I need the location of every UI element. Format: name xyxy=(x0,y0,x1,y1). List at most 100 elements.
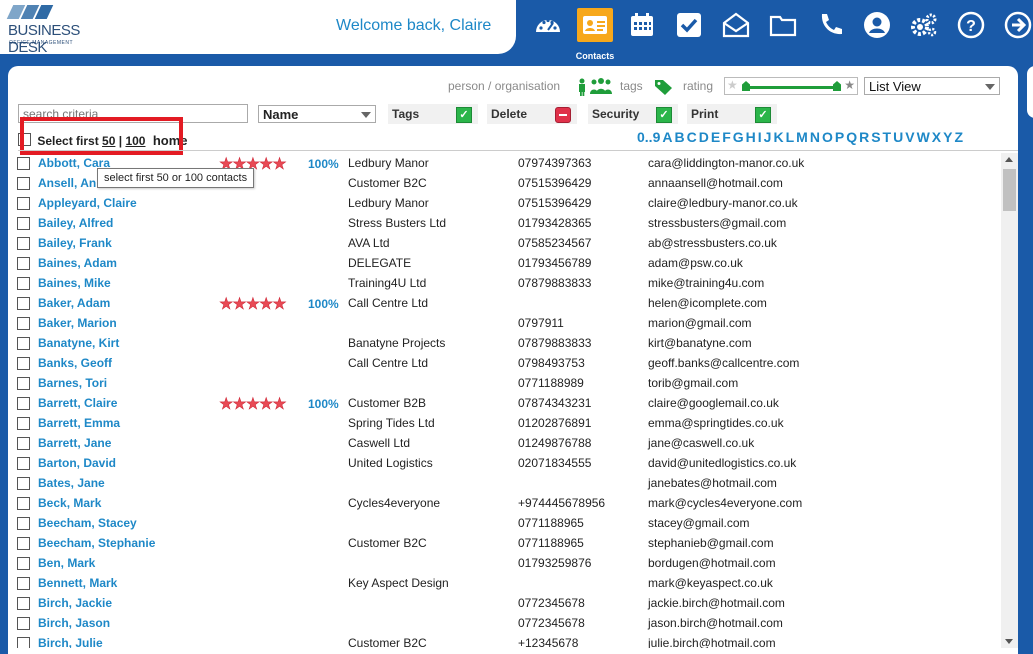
alphabet-letter-o[interactable]: O xyxy=(822,129,833,145)
alphabet-letter-a[interactable]: A xyxy=(662,129,672,145)
list-scrollbar[interactable] xyxy=(1001,153,1018,648)
row-checkbox[interactable] xyxy=(17,237,30,250)
search-field-select[interactable]: Name xyxy=(258,105,376,123)
row-checkbox[interactable] xyxy=(17,617,30,630)
nav-settings[interactable] xyxy=(906,8,942,42)
security-toggle[interactable]: Security ✓ xyxy=(588,104,678,124)
nav-tasks[interactable] xyxy=(671,8,707,42)
contact-name-link[interactable]: Baines, Adam xyxy=(38,256,117,270)
person-organisation-icon[interactable] xyxy=(576,78,612,96)
delete-toggle[interactable]: Delete xyxy=(487,104,577,124)
row-checkbox[interactable] xyxy=(17,597,30,610)
business-desk-logo[interactable]: BUSINESS DESK OFFICE MANAGEMENT xyxy=(6,5,118,56)
alphabet-letter-t[interactable]: T xyxy=(883,129,892,145)
alphabet-letter-q[interactable]: Q xyxy=(846,129,857,145)
alphabet-letter-v[interactable]: V xyxy=(905,129,914,145)
row-checkbox[interactable] xyxy=(17,637,30,648)
tag-icon[interactable] xyxy=(654,78,674,96)
alphabet-letter-h[interactable]: H xyxy=(746,129,756,145)
contact-name-link[interactable]: Barton, David xyxy=(38,456,116,470)
nav-files[interactable] xyxy=(765,8,801,42)
view-mode-select[interactable]: List View xyxy=(864,77,1000,95)
row-checkbox[interactable] xyxy=(17,177,30,190)
alphabet-letter-i[interactable]: I xyxy=(758,129,762,145)
alphabet-letter-b[interactable]: B xyxy=(674,129,684,145)
nav-phone[interactable] xyxy=(812,8,848,42)
rating-range-slider[interactable]: ★ ★ xyxy=(724,77,858,95)
alphabet-letter-m[interactable]: M xyxy=(796,129,808,145)
contact-name-link[interactable]: Bates, Jane xyxy=(38,476,105,490)
row-checkbox[interactable] xyxy=(17,477,30,490)
row-checkbox[interactable] xyxy=(17,417,30,430)
contact-name-link[interactable]: Bailey, Frank xyxy=(38,236,112,250)
contact-name-link[interactable]: Baker, Marion xyxy=(38,316,117,330)
nav-profile[interactable] xyxy=(859,8,895,42)
nav-contacts[interactable] xyxy=(577,8,613,42)
alphabet-letter-s[interactable]: S xyxy=(871,129,880,145)
row-checkbox[interactable] xyxy=(17,457,30,470)
nav-help[interactable]: ? xyxy=(953,8,989,42)
row-checkbox[interactable] xyxy=(17,537,30,550)
alphabet-letter-j[interactable]: J xyxy=(764,129,772,145)
slider-max-handle[interactable] xyxy=(833,81,841,91)
contact-name-link[interactable]: Birch, Julie xyxy=(38,636,103,648)
alphabet-letter-digits[interactable]: 0..9 xyxy=(637,129,660,145)
print-toggle[interactable]: Print ✓ xyxy=(687,104,777,124)
alphabet-letter-d[interactable]: D xyxy=(699,129,709,145)
alphabet-letter-f[interactable]: F xyxy=(722,129,731,145)
row-checkbox[interactable] xyxy=(17,157,30,170)
alphabet-letter-z[interactable]: Z xyxy=(954,129,963,145)
alphabet-letter-x[interactable]: X xyxy=(932,129,941,145)
contact-name-link[interactable]: Beecham, Stephanie xyxy=(38,536,155,550)
contact-name-link[interactable]: Birch, Jason xyxy=(38,616,110,630)
contact-name-link[interactable]: Barrett, Emma xyxy=(38,416,120,430)
alphabet-letter-g[interactable]: G xyxy=(733,129,744,145)
scroll-thumb[interactable] xyxy=(1003,169,1016,211)
contact-name-link[interactable]: Appleyard, Claire xyxy=(38,196,137,210)
tags-toggle[interactable]: Tags ✓ xyxy=(388,104,478,124)
contact-name-link[interactable]: Beck, Mark xyxy=(38,496,101,510)
nav-dashboard[interactable] xyxy=(530,8,566,42)
alphabet-letter-k[interactable]: K xyxy=(773,129,783,145)
row-checkbox[interactable] xyxy=(17,217,30,230)
row-checkbox[interactable] xyxy=(17,337,30,350)
contact-name-link[interactable]: Baker, Adam xyxy=(38,296,110,310)
alphabet-letter-w[interactable]: W xyxy=(917,129,930,145)
alphabet-letter-y[interactable]: Y xyxy=(943,129,952,145)
contact-name-link[interactable]: Baines, Mike xyxy=(38,276,111,290)
alphabet-letter-l[interactable]: L xyxy=(786,129,795,145)
alphabet-letter-c[interactable]: C xyxy=(687,129,697,145)
contact-name-link[interactable]: Bennett, Mark xyxy=(38,576,117,590)
row-checkbox[interactable] xyxy=(17,197,30,210)
row-checkbox[interactable] xyxy=(17,377,30,390)
contact-name-link[interactable]: Banatyne, Kirt xyxy=(38,336,119,350)
row-checkbox[interactable] xyxy=(17,317,30,330)
slider-min-handle[interactable] xyxy=(742,81,750,91)
contact-name-link[interactable]: Beecham, Stacey xyxy=(38,516,137,530)
row-checkbox[interactable] xyxy=(17,357,30,370)
row-checkbox[interactable] xyxy=(17,577,30,590)
contact-name-link[interactable]: Bailey, Alfred xyxy=(38,216,113,230)
scroll-down-icon[interactable] xyxy=(1005,639,1013,644)
contact-name-link[interactable]: Ben, Mark xyxy=(38,556,95,570)
alphabet-letter-u[interactable]: U xyxy=(893,129,903,145)
contact-name-link[interactable]: Barrett, Claire xyxy=(38,396,117,410)
contact-name-link[interactable]: Birch, Jackie xyxy=(38,596,112,610)
nav-calendar[interactable] xyxy=(624,8,660,42)
alphabet-letter-n[interactable]: N xyxy=(810,129,820,145)
scroll-up-icon[interactable] xyxy=(1005,157,1013,162)
nav-logout[interactable] xyxy=(1000,8,1033,42)
row-checkbox[interactable] xyxy=(17,397,30,410)
nav-mail[interactable] xyxy=(718,8,754,42)
alphabet-letter-r[interactable]: R xyxy=(859,129,869,145)
contact-name-link[interactable]: Barnes, Tori xyxy=(38,376,107,390)
alphabet-letter-e[interactable]: E xyxy=(711,129,720,145)
row-checkbox[interactable] xyxy=(17,517,30,530)
alphabet-letter-p[interactable]: P xyxy=(835,129,844,145)
row-checkbox[interactable] xyxy=(17,277,30,290)
contact-name-link[interactable]: Banks, Geoff xyxy=(38,356,112,370)
row-checkbox[interactable] xyxy=(17,497,30,510)
contact-name-link[interactable]: Barrett, Jane xyxy=(38,436,111,450)
row-checkbox[interactable] xyxy=(17,297,30,310)
row-checkbox[interactable] xyxy=(17,437,30,450)
